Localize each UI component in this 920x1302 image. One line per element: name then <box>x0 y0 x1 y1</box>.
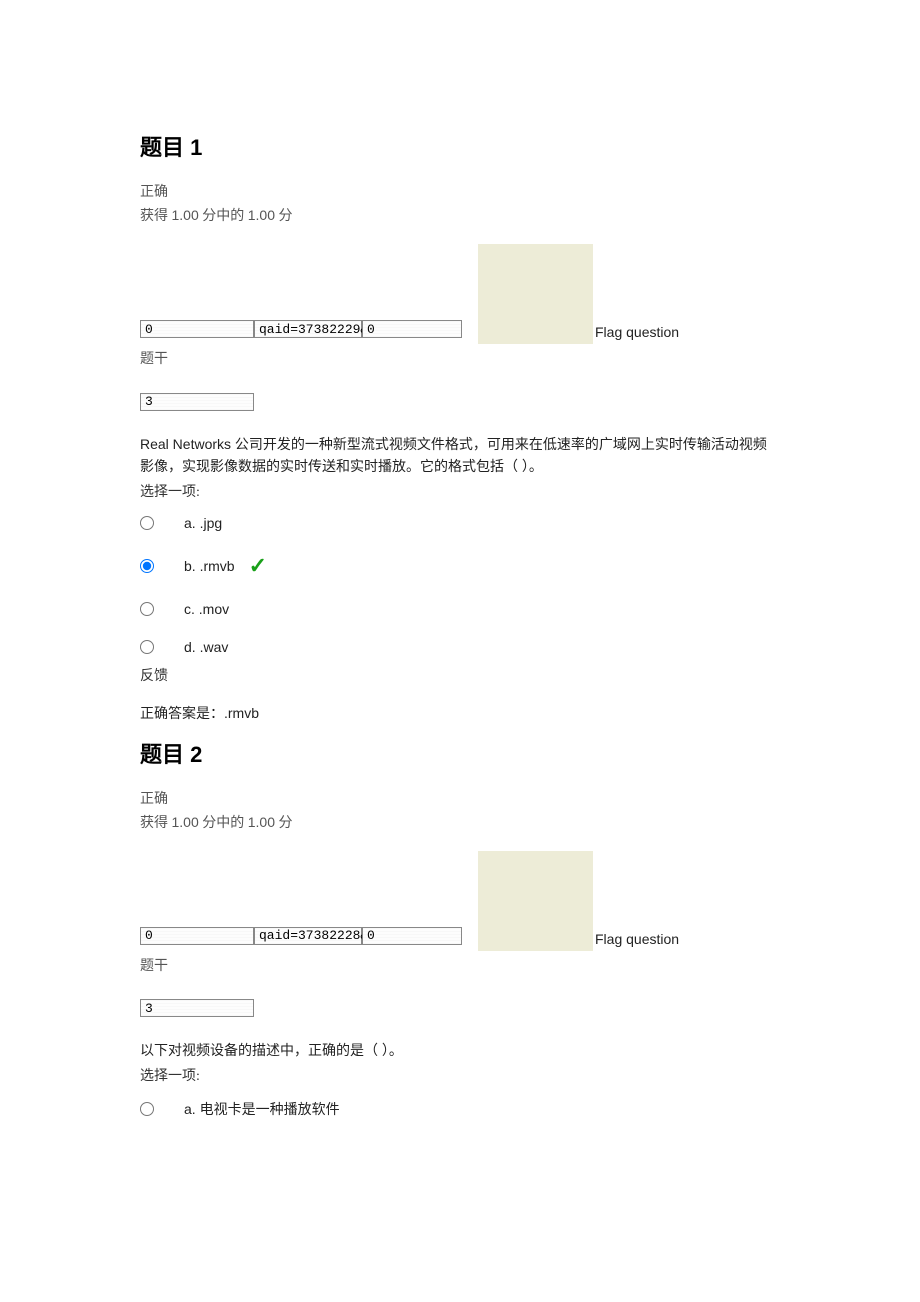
question-1-text: Real Networks 公司开发的一种新型流式视频文件格式，可用来在低速率的… <box>140 433 780 477</box>
question-2-score: 获得 1.00 分中的 1.00 分 <box>140 811 780 835</box>
option-a[interactable]: a. 电视卡是一种播放软件 <box>140 1099 780 1119</box>
flag-question-link[interactable]: Flag question <box>595 324 679 340</box>
hidden-input-a[interactable]: 0 <box>140 320 254 338</box>
question-1-heading: 题目 1 <box>140 130 780 162</box>
check-icon: ✓ <box>249 553 267 579</box>
hidden-input-small[interactable]: 3 <box>140 393 254 411</box>
question-1-score: 获得 1.00 分中的 1.00 分 <box>140 204 780 228</box>
hidden-input-c[interactable]: 0 <box>362 927 462 945</box>
flag-placeholder-image <box>478 244 593 344</box>
hidden-input-b[interactable]: qaid=37382228& <box>254 927 362 945</box>
option-d[interactable]: d. .wav <box>140 639 780 655</box>
flag-question-link[interactable]: Flag question <box>595 931 679 947</box>
question-1-correct-answer: 正确答案是：.rmvb <box>140 703 780 723</box>
question-1-hidden-inputs: 0 qaid=37382229& 0 <box>140 320 780 338</box>
radio-option-d[interactable] <box>140 640 154 654</box>
option-c[interactable]: c. .mov <box>140 601 780 617</box>
option-d-label: d. .wav <box>184 639 228 655</box>
question-1-status: 正确 <box>140 182 780 204</box>
question-2-status: 正确 <box>140 789 780 811</box>
option-c-label: c. .mov <box>184 601 229 617</box>
question-2-select-prompt: 选择一项: <box>140 1065 780 1085</box>
question-2-text: 以下对视频设备的描述中，正确的是（ ）。 <box>140 1039 780 1061</box>
radio-option-b[interactable] <box>140 559 154 573</box>
hidden-input-small[interactable]: 3 <box>140 999 254 1017</box>
radio-option-a[interactable] <box>140 516 154 530</box>
question-2-hidden-inputs: 0 qaid=37382228& 0 <box>140 927 780 945</box>
flag-placeholder-image <box>478 851 593 951</box>
question-2-heading: 题目 2 <box>140 737 780 769</box>
option-a[interactable]: a. .jpg <box>140 515 780 531</box>
hidden-input-b[interactable]: qaid=37382229& <box>254 320 362 338</box>
question-2-stem-label: 题干 <box>140 955 780 975</box>
option-b[interactable]: b. .rmvb ✓ <box>140 553 780 579</box>
hidden-input-c[interactable]: 0 <box>362 320 462 338</box>
option-b-label: b. .rmvb <box>184 558 235 574</box>
question-1-meta: 正确 获得 1.00 分中的 1.00 分 <box>140 182 780 228</box>
question-1-stem-label: 题干 <box>140 348 780 368</box>
hidden-input-a[interactable]: 0 <box>140 927 254 945</box>
question-2-meta: 正确 获得 1.00 分中的 1.00 分 <box>140 789 780 835</box>
option-a-label: a. .jpg <box>184 515 222 531</box>
radio-option-a[interactable] <box>140 1102 154 1116</box>
option-a-label: a. 电视卡是一种播放软件 <box>184 1099 340 1119</box>
question-1-feedback-label: 反馈 <box>140 665 780 685</box>
question-1-select-prompt: 选择一项: <box>140 481 780 501</box>
radio-option-c[interactable] <box>140 602 154 616</box>
